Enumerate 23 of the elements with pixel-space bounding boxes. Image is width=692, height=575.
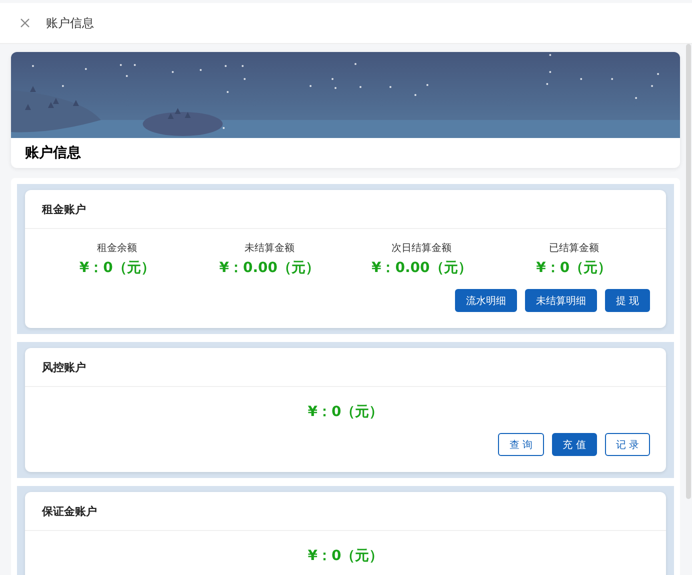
stat-label: 次日结算金额 [392, 242, 452, 255]
stat-label: 已结算金额 [548, 242, 599, 255]
action-button[interactable]: 提 现 [604, 289, 650, 312]
action-button[interactable]: 流水明细 [454, 289, 517, 312]
stat-amount: ¥：0（元） [79, 259, 155, 277]
stat-amount: ¥：0（元） [536, 259, 612, 277]
action-button[interactable]: 记 录 [604, 433, 650, 456]
scrollbar[interactable] [686, 44, 691, 499]
account-title: 租金账户 [25, 190, 666, 229]
stat-amount: ¥：0.00（元） [219, 259, 320, 277]
page-title: 账户信息 [46, 14, 94, 32]
account-title: 风控账户 [25, 348, 666, 387]
action-button[interactable]: 未结算明细 [524, 289, 597, 312]
account-amount: ¥：0（元） [308, 547, 384, 565]
banner-title: 账户信息 [24, 144, 82, 163]
account-amount: ¥：0（元） [308, 403, 384, 421]
stat-label: 未结算金额 [244, 242, 294, 255]
action-button[interactable]: 查 询 [498, 433, 544, 456]
account-title: 保证金账户 [25, 492, 666, 531]
stat-label: 租金余额 [97, 242, 138, 255]
close-icon[interactable] [20, 18, 30, 28]
stat-amount: ¥：0.00（元） [371, 259, 472, 277]
action-button[interactable]: 充 值 [552, 433, 597, 456]
